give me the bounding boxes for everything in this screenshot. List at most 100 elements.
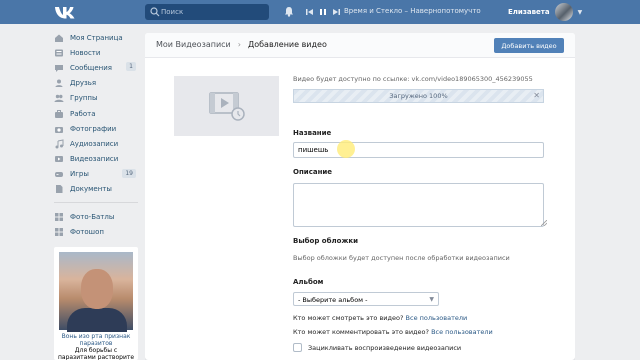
sidebar-item-label: Моя Страница — [70, 33, 123, 42]
description-label: Описание — [293, 168, 333, 176]
messages-icon — [55, 64, 63, 72]
sidebar-item-2[interactable]: Сообщения 1 — [54, 60, 138, 75]
app-icon — [55, 227, 63, 236]
comment-privacy-link[interactable]: Все пользователи — [431, 328, 493, 336]
add-video-button[interactable]: Добавить видео — [494, 38, 564, 53]
sidebar-item-label: Новости — [70, 48, 101, 57]
prev-track-icon[interactable] — [306, 8, 314, 16]
sidebar-item-4[interactable]: Группы — [54, 91, 138, 106]
bell-icon[interactable] — [284, 6, 294, 17]
video-name-input[interactable] — [293, 142, 544, 158]
video-url-text: Видео будет доступно по ссылке: vk.com/v… — [293, 75, 533, 83]
ad-image — [59, 252, 133, 332]
news-icon — [55, 49, 63, 57]
loop-checkbox[interactable] — [293, 343, 302, 352]
sidebar-item-label: Сообщения — [70, 63, 113, 72]
gamepad-icon — [55, 172, 63, 178]
search-input[interactable] — [161, 4, 265, 20]
current-track[interactable]: Время и Стекло – Навернопотомучто — [344, 7, 481, 15]
upload-status: Загружено 100% — [389, 92, 448, 100]
cursor-highlight — [337, 140, 355, 158]
sidebar-item-8[interactable]: Видеозаписи — [54, 152, 138, 167]
groups-icon — [54, 95, 64, 103]
sidebar-app-label: Фотошоп — [70, 227, 104, 236]
sidebar-item-label: Работа — [70, 109, 96, 118]
ad-title[interactable]: Вонь изо рта признак паразитов — [57, 333, 135, 347]
album-label: Альбом — [293, 278, 324, 286]
upload-video-panel: Мои Видеозаписи › Добавление видео Добав… — [145, 33, 575, 360]
sidebar-item-6[interactable]: Фотографии — [54, 121, 138, 136]
app-icon — [55, 212, 63, 221]
sidebar-apps: Фото-Батлы Фотошоп — [54, 209, 138, 239]
panel-header: Мои Видеозаписи › Добавление видео Добав… — [145, 33, 575, 58]
breadcrumb-my-videos[interactable]: Мои Видеозаписи — [156, 40, 231, 49]
view-privacy-row: Кто может смотреть это видео? Все пользо… — [293, 314, 467, 322]
loop-label: Зацикливать воспроизведение видеозаписи — [308, 343, 462, 352]
sidebar-item-0[interactable]: Моя Страница — [54, 30, 138, 45]
sidebar-item-label: Аудиозаписи — [70, 139, 119, 148]
sidebar-item-7[interactable]: Аудиозаписи — [54, 136, 138, 151]
sidebar-item-3[interactable]: Друзья — [54, 76, 138, 91]
briefcase-icon — [55, 109, 63, 118]
cover-hint: Выбор обложки будет доступен после обраб… — [293, 254, 510, 262]
sidebar-item-label: Друзья — [70, 79, 97, 88]
upload-progress-bar: Загружено 100% ✕ — [293, 89, 544, 103]
music-icon — [55, 139, 64, 149]
sidebar-divider — [54, 202, 138, 204]
video-thumbnail-placeholder — [174, 76, 279, 136]
sidebar-app-1[interactable]: Фотошоп — [54, 224, 138, 239]
friends-icon — [55, 79, 63, 88]
sidebar-item-1[interactable]: Новости — [54, 45, 138, 60]
view-privacy-link[interactable]: Все пользователи — [406, 314, 468, 322]
ad-image-body — [67, 308, 127, 332]
album-select[interactable]: - Выберите альбом - ▼ — [293, 292, 439, 306]
audio-player — [306, 7, 340, 17]
breadcrumb: Мои Видеозаписи › Добавление видео — [156, 40, 327, 49]
comment-privacy-row: Кто может комментировать это видео? Все … — [293, 328, 493, 336]
sidebar: Моя Страница Новости Сообщения 1 Друзья Групп… — [54, 30, 138, 239]
sidebar-nav: Моя Страница Новости Сообщения 1 Друзья Групп… — [54, 30, 138, 197]
user-menu[interactable]: Елизавета ▼ — [508, 0, 582, 24]
user-name: Елизавета — [508, 8, 550, 16]
search-box[interactable] — [145, 4, 269, 20]
cover-label: Выбор обложки — [293, 237, 359, 245]
sidebar-item-label: Видеозаписи — [70, 155, 119, 164]
ad-image-face — [81, 269, 113, 309]
sidebar-item-label: Фотографии — [70, 124, 117, 133]
album-select-value: - Выберите альбом - — [298, 296, 368, 304]
sidebar-item-5[interactable]: Работа — [54, 106, 138, 121]
sidebar-item-label: Группы — [70, 94, 98, 103]
vk-logo-icon[interactable] — [54, 4, 76, 20]
search-icon — [150, 7, 160, 17]
video-icon — [55, 156, 63, 163]
next-track-icon[interactable] — [332, 8, 340, 16]
document-icon — [56, 185, 63, 194]
breadcrumb-current: Добавление видео — [247, 40, 327, 49]
sidebar-item-counter: 19 — [122, 168, 136, 178]
sidebar-item-10[interactable]: Документы — [54, 182, 138, 197]
pause-icon[interactable] — [319, 8, 327, 16]
sidebar-app-0[interactable]: Фото-Батлы — [54, 209, 138, 224]
ad-block[interactable]: Вонь изо рта признак паразитов Для борьб… — [54, 247, 138, 360]
loop-option[interactable]: Зацикливать воспроизведение видеозаписи — [293, 343, 461, 352]
sidebar-app-label: Фото-Батлы — [70, 212, 115, 221]
camera-icon — [55, 126, 63, 133]
sidebar-item-label: Документы — [70, 185, 112, 194]
close-icon[interactable]: ✕ — [533, 91, 540, 100]
top-header: Время и Стекло – Навернопотомучто Елизав… — [0, 0, 640, 24]
sidebar-item-label: Игры — [70, 170, 89, 179]
comment-privacy-question: Кто может комментировать это видео? — [293, 328, 429, 336]
chevron-down-icon: ▼ — [577, 8, 583, 16]
sidebar-item-9[interactable]: Игры 19 — [54, 167, 138, 182]
view-privacy-question: Кто может смотреть это видео? — [293, 314, 404, 322]
video-processing-icon — [209, 92, 245, 121]
home-icon — [55, 34, 63, 42]
name-label: Название — [293, 129, 332, 137]
ad-text: Для борьбы с паразитами растворите в вод… — [57, 347, 135, 360]
chevron-right-icon: › — [237, 40, 241, 49]
sidebar-item-counter: 1 — [126, 62, 136, 72]
avatar — [554, 3, 573, 21]
chevron-down-icon: ▼ — [429, 296, 434, 303]
video-description-textarea[interactable] — [293, 183, 544, 227]
resize-handle-icon[interactable] — [541, 220, 547, 226]
